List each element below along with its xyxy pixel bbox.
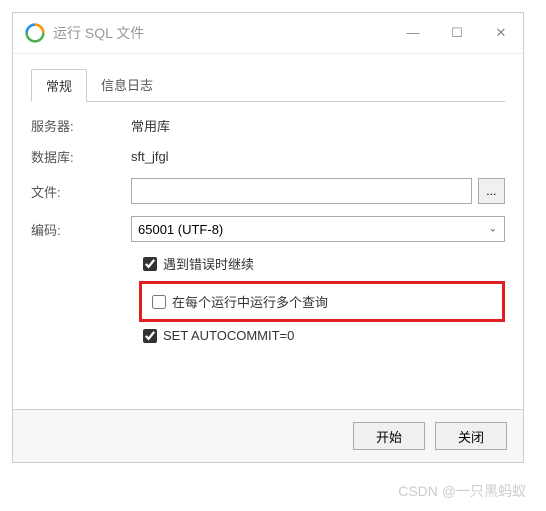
value-database: sft_jfgl <box>131 149 505 164</box>
app-icon <box>25 23 45 43</box>
dialog-footer: 开始 关闭 <box>13 409 523 462</box>
checkbox-group: 遇到错误时继续 在每个运行中运行多个查询 SET AUTOCOMMIT=0 <box>139 254 505 343</box>
checkbox-multi-query-label: 在每个运行中运行多个查询 <box>172 292 328 311</box>
checkbox-autocommit-input[interactable] <box>143 329 157 343</box>
dialog-window: 运行 SQL 文件 — ☐ ✕ 常规 信息日志 服务器: 常用库 数据库: sf… <box>12 12 524 463</box>
browse-button[interactable]: ... <box>478 178 505 204</box>
highlight-annotation: 在每个运行中运行多个查询 <box>139 281 505 322</box>
checkbox-autocommit-label: SET AUTOCOMMIT=0 <box>163 328 294 343</box>
value-server: 常用库 <box>131 116 505 135</box>
label-encoding: 编码: <box>31 220 131 239</box>
checkbox-continue-on-error-label: 遇到错误时继续 <box>163 254 254 273</box>
label-server: 服务器: <box>31 116 131 135</box>
window-title: 运行 SQL 文件 <box>53 23 403 43</box>
tab-general[interactable]: 常规 <box>31 69 87 102</box>
row-database: 数据库: sft_jfgl <box>31 147 505 166</box>
tab-bar: 常规 信息日志 <box>31 68 505 102</box>
start-button[interactable]: 开始 <box>353 422 425 450</box>
row-server: 服务器: 常用库 <box>31 116 505 135</box>
window-controls: — ☐ ✕ <box>403 25 511 41</box>
encoding-select[interactable] <box>131 216 505 242</box>
tab-messages[interactable]: 信息日志 <box>87 69 167 102</box>
checkbox-multi-query: 在每个运行中运行多个查询 <box>152 292 496 311</box>
maximize-button[interactable]: ☐ <box>447 25 467 41</box>
checkbox-autocommit: SET AUTOCOMMIT=0 <box>143 328 505 343</box>
label-database: 数据库: <box>31 147 131 166</box>
row-encoding: 编码: ⌄ <box>31 216 505 242</box>
row-file: 文件: ... <box>31 178 505 204</box>
label-file: 文件: <box>31 182 131 201</box>
minimize-button[interactable]: — <box>403 25 423 41</box>
dialog-content: 常规 信息日志 服务器: 常用库 数据库: sft_jfgl 文件: ... 编… <box>13 54 523 409</box>
close-button[interactable]: 关闭 <box>435 422 507 450</box>
checkbox-continue-on-error: 遇到错误时继续 <box>143 254 505 273</box>
titlebar: 运行 SQL 文件 — ☐ ✕ <box>13 13 523 54</box>
file-input[interactable] <box>131 178 472 204</box>
checkbox-multi-query-input[interactable] <box>152 295 166 309</box>
checkbox-continue-on-error-input[interactable] <box>143 257 157 271</box>
close-window-button[interactable]: ✕ <box>491 25 511 41</box>
